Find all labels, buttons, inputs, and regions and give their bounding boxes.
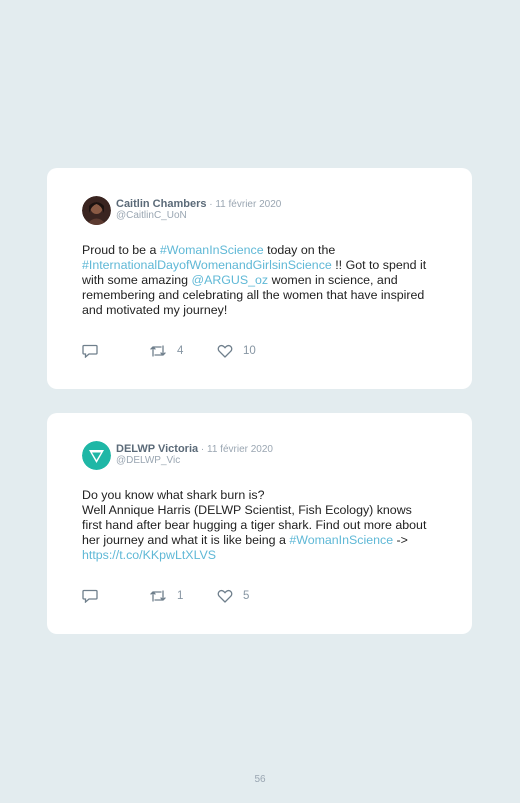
retweet-button[interactable]: 1 [149,589,183,603]
like-count: 10 [243,345,256,357]
retweet-icon [149,344,167,358]
author-name[interactable]: Caitlin Chambers [116,198,206,210]
like-button[interactable]: 10 [217,344,256,358]
avatar[interactable] [82,196,111,225]
tweet-date[interactable]: 11 février 2020 [207,444,273,455]
tweet-text-segment: -> [393,533,408,547]
page-number: 56 [254,774,266,785]
like-button[interactable]: 5 [217,589,249,603]
author-line: Caitlin Chambers · 11 février 2020 [116,198,282,210]
tweet-link[interactable]: #WomanInScience [160,243,264,257]
like-count: 5 [243,590,250,602]
reply-button[interactable] [82,344,108,358]
tweet-link[interactable]: https://t.co/KKpwLtXLVS [82,548,216,562]
author-name[interactable]: DELWP Victoria [116,443,198,455]
tweet-date[interactable]: 11 février 2020 [215,199,281,210]
avatar[interactable] [82,441,111,470]
tweet-text-segment: Proud to be a [82,243,160,257]
tweet-link[interactable]: @ARGUS_oz [192,273,269,287]
tweet-card: Caitlin Chambers · 11 février 2020 @Cait… [47,168,472,389]
reply-icon [82,344,98,358]
author-handle[interactable]: @DELWP_Vic [116,455,180,466]
tweet-text: Do you know what shark burn is? Well Anni… [82,488,432,563]
retweet-icon [149,589,167,603]
tweet-card: DELWP Victoria · 11 février 2020 @DELWP_… [47,413,472,634]
retweet-count: 4 [177,345,184,357]
tweet-text-segment: today on the [263,243,336,257]
reply-icon [82,589,98,603]
retweet-count: 1 [177,590,184,602]
author-line: DELWP Victoria · 11 février 2020 [116,443,273,455]
retweet-button[interactable]: 4 [149,344,183,358]
tweet-link[interactable]: #InternationalDayofWomenandGirlsinScienc… [82,258,332,272]
like-icon [217,589,233,603]
tweet-text-segment: Do you know what shark burn is? [82,488,265,502]
tweet-link[interactable]: #WomanInScience [289,533,393,547]
like-icon [217,344,233,358]
author-handle[interactable]: @CaitlinC_UoN [116,210,187,221]
tweet-text: Proud to be a #WomanInScience today on t… [82,243,432,318]
reply-button[interactable] [82,589,108,603]
